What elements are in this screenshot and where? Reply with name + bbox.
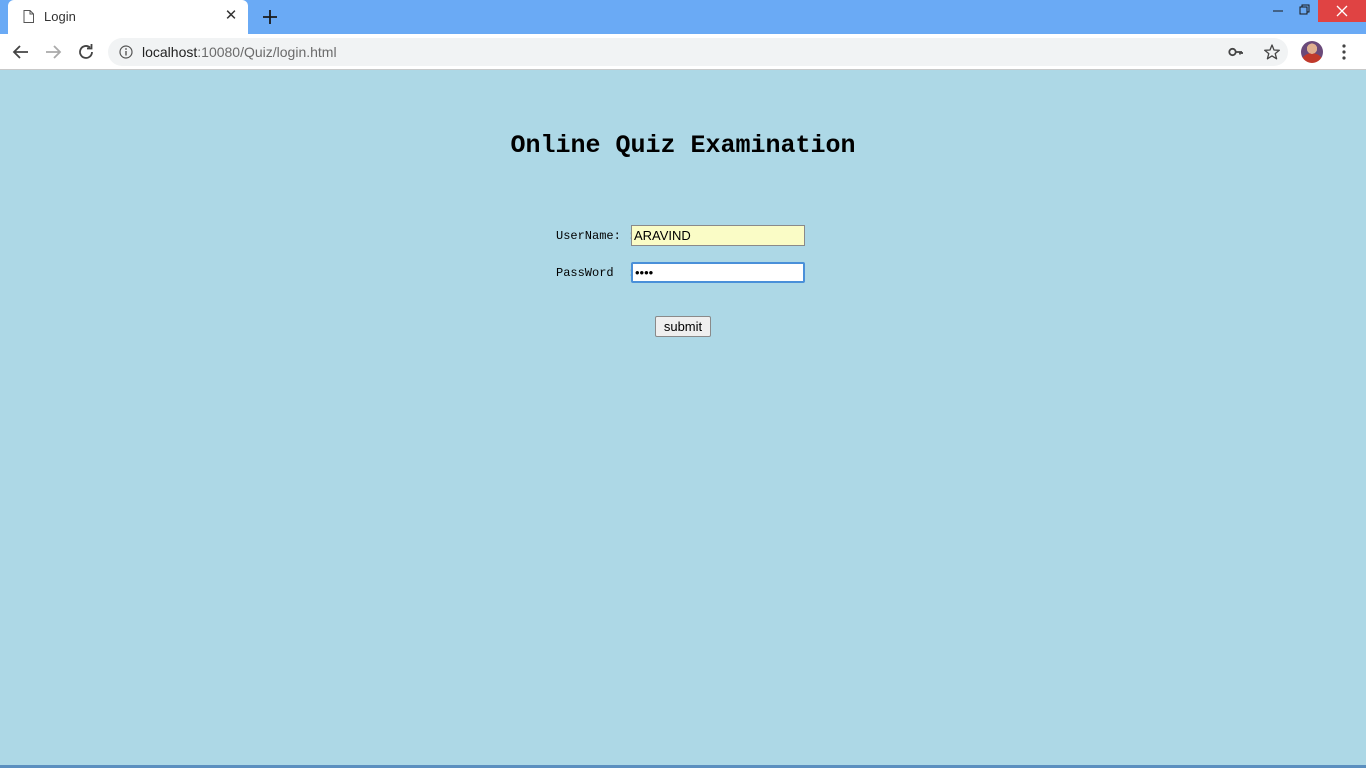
key-icon[interactable] xyxy=(1227,43,1245,61)
avatar[interactable] xyxy=(1301,41,1323,63)
username-input[interactable] xyxy=(631,225,805,246)
browser-tab[interactable]: Login ✕ xyxy=(8,0,248,34)
username-label: UserName: : xyxy=(556,229,636,243)
reload-icon[interactable] xyxy=(74,40,98,64)
page-icon xyxy=(23,10,34,23)
tab-title: Login xyxy=(44,9,76,24)
restore-icon[interactable] xyxy=(1290,0,1318,22)
more-menu-icon[interactable] xyxy=(1335,40,1353,64)
url-host: localhost xyxy=(142,44,198,60)
tab-close-icon[interactable]: ✕ xyxy=(223,8,239,24)
info-icon[interactable] xyxy=(119,45,133,59)
password-input[interactable] xyxy=(631,262,805,283)
submit-button[interactable]: submit xyxy=(655,316,711,337)
password-label: PassWord : xyxy=(556,266,636,280)
address-bar[interactable]: localhost:10080/Quiz/login.html xyxy=(108,38,1288,66)
url-text[interactable]: localhost:10080/Quiz/login.html xyxy=(142,44,337,60)
page-title: Online Quiz Examination xyxy=(510,131,856,160)
forward-icon[interactable] xyxy=(41,40,65,64)
back-icon[interactable] xyxy=(9,40,33,64)
browser-toolbar: localhost:10080/Quiz/login.html xyxy=(0,34,1366,70)
minimize-icon[interactable] xyxy=(1264,0,1292,22)
window-close-icon[interactable] xyxy=(1318,0,1366,22)
url-path: :10080/Quiz/login.html xyxy=(197,44,337,60)
page-body: Online Quiz Examination UserName: : Pass… xyxy=(0,71,1366,768)
new-tab-icon[interactable] xyxy=(259,6,281,28)
browser-titlebar: Login ✕ xyxy=(0,0,1366,34)
star-icon[interactable] xyxy=(1263,43,1281,61)
